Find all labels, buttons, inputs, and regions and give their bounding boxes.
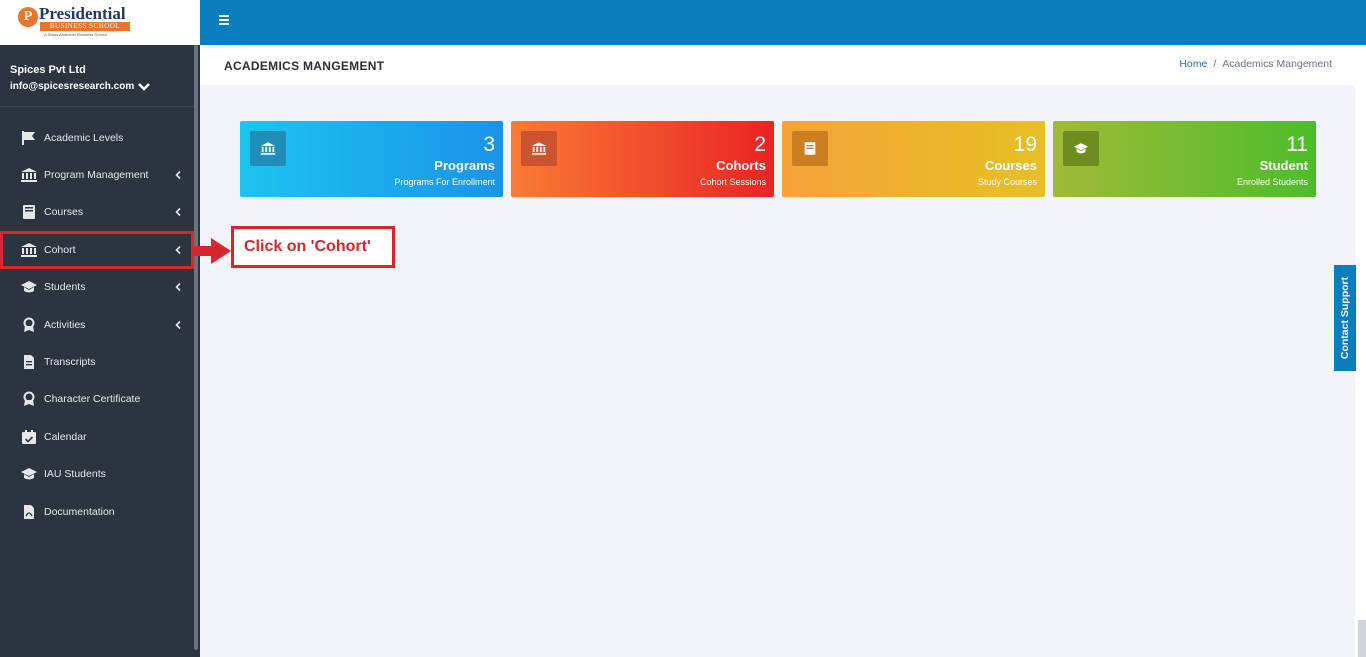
sidebar-item-courses[interactable]: Courses	[0, 194, 194, 231]
logo-tagline: A Swiss American Business School	[44, 32, 107, 37]
stat-card-students[interactable]: 11 Student Enrolled Students	[1053, 121, 1316, 197]
card-subtitle: Cohort Sessions	[699, 177, 766, 187]
file-text-icon	[24, 355, 34, 370]
stat-card-programs[interactable]: 3 Programs Programs For Enrollment	[240, 121, 503, 197]
card-title: Courses	[984, 158, 1037, 173]
card-icon-box	[1063, 131, 1099, 166]
contact-support-label: Contact Support	[1339, 276, 1351, 360]
card-count: 3	[483, 133, 495, 156]
sidebar-item-label: Calendar	[44, 430, 87, 443]
chevron-left-icon	[175, 208, 181, 217]
award-icon	[23, 391, 35, 407]
sidebar-item-label: Program Management	[44, 169, 149, 182]
card-title: Cohorts	[716, 158, 766, 173]
brand-logo[interactable]: P Presidential BUSINESS SCHOOL A Swiss A…	[0, 0, 200, 45]
institution-icon	[260, 142, 276, 155]
breadcrumb-home-link[interactable]: Home	[1179, 58, 1207, 70]
sidebar-item-label: Students	[44, 281, 86, 294]
logo-subtitle: BUSINESS SCHOOL	[40, 22, 130, 31]
sidebar-item-label: Transcripts	[44, 356, 96, 369]
breadcrumb-current: Academics Mangement	[1222, 58, 1332, 70]
breadcrumb: Home / Academics Mangement	[1179, 58, 1332, 70]
user-profile[interactable]: Spices Pvt Ltd info@spicesresearch.com	[0, 45, 194, 107]
stat-card-courses[interactable]: 19 Courses Study Courses	[782, 121, 1045, 197]
card-icon-box	[521, 131, 557, 166]
page-scrollbar-track	[1355, 45, 1366, 657]
page-title: ACADEMICS MANGEMENT	[224, 59, 385, 73]
chevron-left-icon	[175, 245, 181, 254]
sidebar-item-activities[interactable]: Activities	[0, 306, 194, 343]
institution-icon	[21, 242, 37, 257]
card-title: Student	[1259, 158, 1308, 173]
sidebar-item-students[interactable]: Students	[0, 269, 194, 306]
chevron-down-icon[interactable]	[137, 82, 151, 92]
card-icon-box	[250, 131, 286, 166]
sidebar-item-character-certificate[interactable]: Character Certificate	[0, 381, 194, 418]
chevron-left-icon	[175, 283, 181, 292]
user-email: info@spicesresearch.com	[10, 81, 135, 92]
card-count: 19	[1013, 133, 1037, 156]
sidebar-item-cohort[interactable]: Cohort	[0, 231, 194, 269]
sidebar-item-label: Documentation	[44, 505, 115, 518]
logo-mark: P	[18, 7, 38, 27]
chevron-left-icon	[175, 320, 181, 329]
book-icon	[23, 205, 35, 220]
sidebar-item-label: Courses	[44, 206, 84, 219]
breadcrumb-separator: /	[1213, 58, 1217, 70]
card-subtitle: Study Courses	[977, 177, 1037, 187]
sidebar-item-transcripts[interactable]: Transcripts	[0, 343, 194, 380]
stat-card-cohorts[interactable]: 2 Cohorts Cohort Sessions	[511, 121, 774, 197]
contact-support-tab[interactable]: Contact Support	[1334, 265, 1356, 371]
institution-icon	[531, 142, 547, 155]
card-icon-box	[792, 131, 828, 166]
page-header: ACADEMICS MANGEMENT Home / Academics Mange…	[200, 45, 1355, 85]
graduation-cap-icon	[21, 281, 37, 293]
annotation-callout: Click on 'Cohort'	[231, 226, 395, 268]
hamburger-menu-icon[interactable]	[219, 15, 229, 25]
sidebar: P Presidential BUSINESS SCHOOL A Swiss A…	[0, 0, 200, 657]
sidebar-item-iau-students[interactable]: IAU Students	[0, 456, 194, 493]
annotation-text: Click on 'Cohort'	[244, 238, 371, 255]
card-subtitle: Programs For Enrollment	[394, 177, 495, 187]
card-count: 2	[754, 133, 766, 156]
page-scrollbar-thumb[interactable]	[1358, 620, 1366, 657]
flag-icon	[22, 130, 35, 145]
book-icon	[804, 142, 816, 155]
sidebar-scrollbar[interactable]	[194, 45, 198, 650]
sidebar-item-label: Academic Levels	[44, 131, 124, 144]
award-icon	[23, 317, 35, 332]
sidebar-item-label: IAU Students	[44, 468, 106, 481]
institution-icon	[21, 168, 37, 183]
card-subtitle: Enrolled Students	[1236, 177, 1308, 187]
sidebar-item-label: Character Certificate	[44, 393, 141, 406]
graduation-cap-icon	[1073, 143, 1089, 154]
graduation-cap-icon	[21, 468, 37, 480]
card-count: 11	[1286, 133, 1308, 156]
calendar-check-icon	[22, 429, 36, 444]
file-pdf-icon	[24, 504, 34, 519]
sidebar-item-calendar[interactable]: Calendar	[0, 418, 194, 455]
sidebar-item-documentation[interactable]: Documentation	[0, 493, 194, 530]
top-navbar	[200, 0, 1366, 45]
user-company: Spices Pvt Ltd	[10, 64, 86, 76]
sidebar-item-label: Activities	[44, 318, 86, 331]
chevron-left-icon	[175, 171, 181, 180]
sidebar-item-program-management[interactable]: Program Management	[0, 156, 194, 193]
logo-title: Presidential	[39, 4, 126, 23]
sidebar-menu: Academic Levels Program Management Cours…	[0, 119, 194, 530]
annotation-arrow-icon	[193, 238, 231, 264]
card-title: Programs	[434, 158, 495, 173]
sidebar-item-academic-levels[interactable]: Academic Levels	[0, 119, 194, 156]
sidebar-item-label: Cohort	[44, 243, 76, 256]
